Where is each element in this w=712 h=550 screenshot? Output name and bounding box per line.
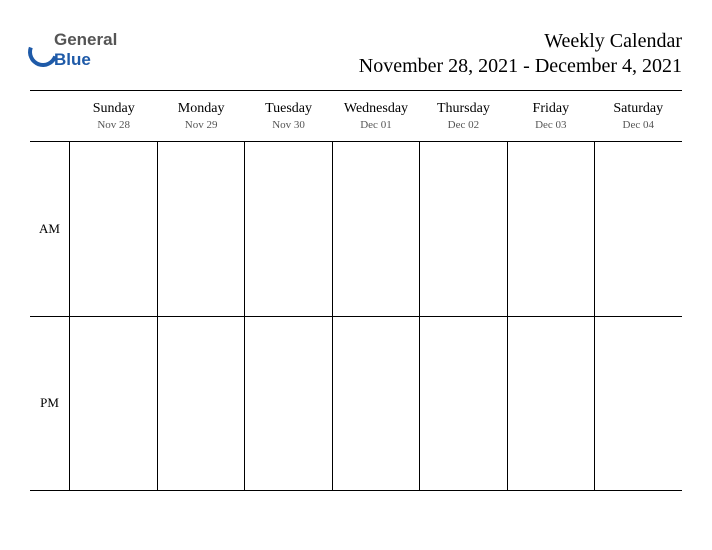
day-cells: [70, 142, 682, 490]
day-name: Friday: [507, 101, 594, 117]
calendar-cell: [420, 142, 507, 316]
logo-text-2: Blue: [54, 50, 91, 69]
day-header-row: Sunday Nov 28 Monday Nov 29 Tuesday Nov …: [30, 97, 682, 141]
day-column: [420, 142, 508, 490]
day-name: Tuesday: [245, 101, 332, 117]
calendar-grid: AM PM: [30, 141, 682, 491]
day-date: Dec 04: [595, 119, 682, 131]
day-column: [245, 142, 333, 490]
date-range: November 28, 2021 - December 4, 2021: [359, 55, 682, 78]
calendar-cell: [245, 316, 332, 491]
day-header: Monday Nov 29: [157, 97, 244, 141]
day-date: Nov 30: [245, 119, 332, 131]
day-name: Wednesday: [332, 101, 419, 117]
day-header: Thursday Dec 02: [420, 97, 507, 141]
day-date: Dec 03: [507, 119, 594, 131]
calendar-cell: [245, 142, 332, 316]
calendar-cell: [508, 142, 595, 316]
calendar-cell: [158, 142, 245, 316]
calendar-cell: [508, 316, 595, 491]
day-header: Friday Dec 03: [507, 97, 594, 141]
calendar-cell: [420, 316, 507, 491]
calendar-cell: [70, 316, 157, 491]
day-date: Dec 01: [332, 119, 419, 131]
day-name: Monday: [157, 101, 244, 117]
day-date: Nov 28: [70, 119, 157, 131]
period-col-spacer: [30, 97, 70, 141]
calendar-cell: [158, 316, 245, 491]
day-column: [508, 142, 596, 490]
logo-text-1: General: [54, 30, 117, 49]
period-label-pm: PM: [30, 316, 70, 491]
period-labels: AM PM: [30, 142, 70, 490]
calendar-cell: [595, 142, 682, 316]
swoosh-icon: [30, 39, 52, 61]
calendar-cell: [595, 316, 682, 491]
day-name: Thursday: [420, 101, 507, 117]
day-column: [158, 142, 246, 490]
day-header: Saturday Dec 04: [595, 97, 682, 141]
period-label-am: AM: [30, 142, 70, 316]
day-header: Sunday Nov 28: [70, 97, 157, 141]
title-block: Weekly Calendar November 28, 2021 - Dece…: [359, 30, 682, 78]
brand-logo: General Blue: [30, 30, 117, 70]
day-column: [70, 142, 158, 490]
day-name: Saturday: [595, 101, 682, 117]
day-date: Dec 02: [420, 119, 507, 131]
day-date: Nov 29: [157, 119, 244, 131]
day-column: [333, 142, 421, 490]
day-name: Sunday: [70, 101, 157, 117]
calendar: Sunday Nov 28 Monday Nov 29 Tuesday Nov …: [30, 97, 682, 491]
day-header: Wednesday Dec 01: [332, 97, 419, 141]
calendar-cell: [333, 142, 420, 316]
header: General Blue Weekly Calendar November 28…: [30, 30, 682, 78]
page-title: Weekly Calendar: [359, 30, 682, 53]
day-column: [595, 142, 682, 490]
day-header: Tuesday Nov 30: [245, 97, 332, 141]
calendar-cell: [333, 316, 420, 491]
calendar-cell: [70, 142, 157, 316]
divider: [30, 90, 682, 91]
